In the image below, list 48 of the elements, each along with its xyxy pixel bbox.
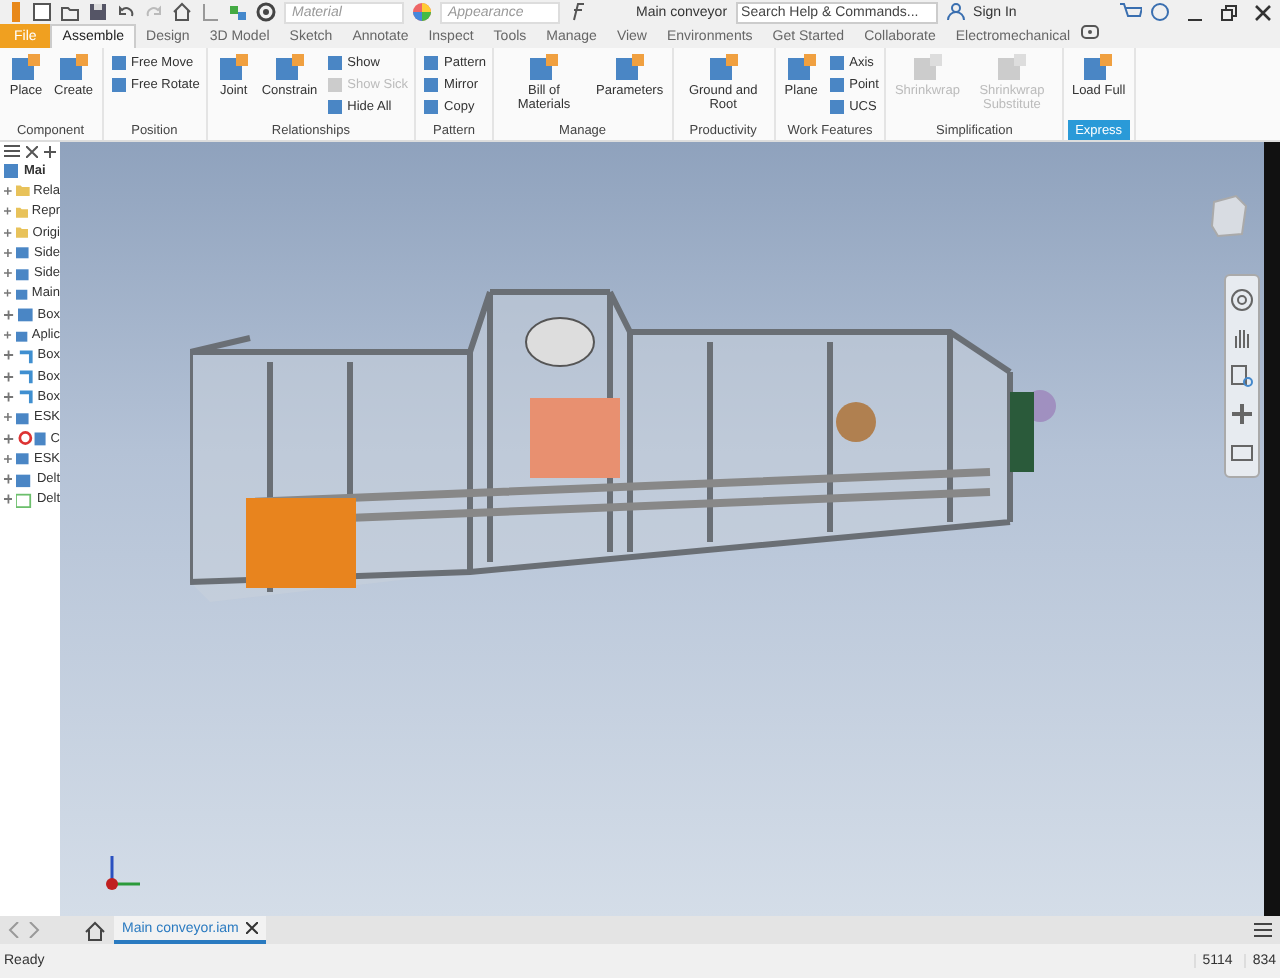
3d-viewport[interactable] [60, 142, 1264, 916]
folder-icon[interactable] [60, 2, 80, 22]
tool-icon [526, 52, 562, 84]
app-logo-icon [8, 2, 24, 22]
assembly-icon [15, 409, 30, 426]
expand-icon[interactable] [4, 247, 12, 258]
tool-icon [1080, 52, 1117, 84]
restore-icon[interactable] [1220, 3, 1238, 21]
expand-icon[interactable] [4, 309, 14, 320]
tool-icon [55, 52, 92, 84]
expand-icon[interactable] [4, 474, 13, 485]
expand-icon[interactable] [4, 391, 14, 402]
axis-triad-icon [100, 852, 144, 896]
expand-icon[interactable] [4, 371, 14, 382]
tool-icon [215, 52, 252, 84]
expand-icon[interactable] [4, 330, 12, 341]
expand-icon[interactable] [4, 268, 12, 279]
menu-icon[interactable] [1254, 922, 1272, 938]
expand-icon[interactable] [4, 412, 12, 423]
expand-icon[interactable] [4, 206, 12, 217]
user-icon [945, 2, 966, 22]
tool-icon [271, 52, 308, 84]
tool-icon [705, 52, 742, 84]
home-icon[interactable] [172, 2, 192, 22]
browser-menu-icon[interactable] [4, 144, 20, 158]
home-icon[interactable] [84, 919, 106, 941]
save-icon[interactable] [88, 2, 108, 22]
tool-icon [8, 52, 44, 84]
expand-icon[interactable] [4, 494, 13, 505]
fx-icon[interactable] [568, 2, 588, 22]
expand-icon[interactable] [4, 453, 12, 464]
expand-icon[interactable] [4, 350, 14, 361]
display-toggle-icon[interactable] [1080, 24, 1105, 40]
expand-icon[interactable] [4, 433, 14, 443]
assembly-icon [4, 162, 20, 179]
tool-icon [611, 52, 648, 84]
undo-icon[interactable] [116, 2, 136, 22]
add-icon[interactable] [44, 145, 56, 157]
close-icon[interactable] [246, 922, 259, 934]
color-wheel-icon [412, 2, 432, 22]
new-file-icon[interactable] [32, 2, 52, 22]
close-icon[interactable] [26, 145, 38, 157]
tool-icon [783, 52, 820, 84]
cart-icon[interactable] [1120, 2, 1142, 22]
expand-icon[interactable] [4, 288, 12, 299]
expand-icon[interactable] [4, 185, 12, 196]
expand-icon[interactable] [4, 227, 12, 238]
close-icon[interactable] [1254, 3, 1272, 21]
